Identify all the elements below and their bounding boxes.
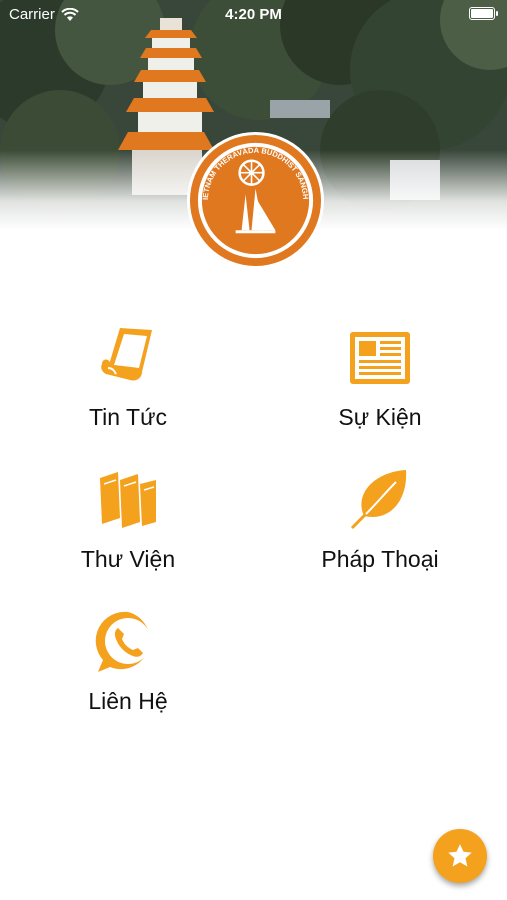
newspaper-icon (350, 332, 410, 384)
books-icon (100, 472, 156, 528)
menu-item-library[interactable]: Thư Viện (18, 464, 238, 573)
battery-icon (469, 7, 498, 20)
status-bar: Carrier 4:20 PM (0, 0, 507, 28)
menu-label-library: Thư Viện (80, 546, 176, 572)
menu-label-contact: Liên Hệ (88, 688, 168, 714)
dharma-wheel-icon (238, 159, 265, 186)
whatsapp-phone-icon (95, 611, 151, 672)
pagoda-logo: VIETNAM THERAVĀDA BUDDHIST SANGHA HUYEN … (186, 131, 325, 270)
menu-label-dharma-talks: Pháp Thoại (321, 546, 439, 572)
menu-item-dharma-talks[interactable]: Pháp Thoại (270, 464, 490, 573)
star-icon (448, 844, 472, 867)
menu-item-news[interactable]: Tin Tức (18, 322, 238, 431)
favorite-button[interactable] (433, 829, 487, 883)
menu-label-news: Tin Tức (88, 404, 168, 430)
menu-item-contact[interactable]: Liên Hệ (18, 606, 238, 715)
scroll-icon (101, 328, 152, 381)
clock: 4:20 PM (225, 6, 282, 23)
menu-item-events[interactable]: Sự Kiện (270, 322, 490, 431)
leaf-icon (350, 470, 407, 530)
menu-label-events: Sự Kiện (338, 404, 422, 430)
